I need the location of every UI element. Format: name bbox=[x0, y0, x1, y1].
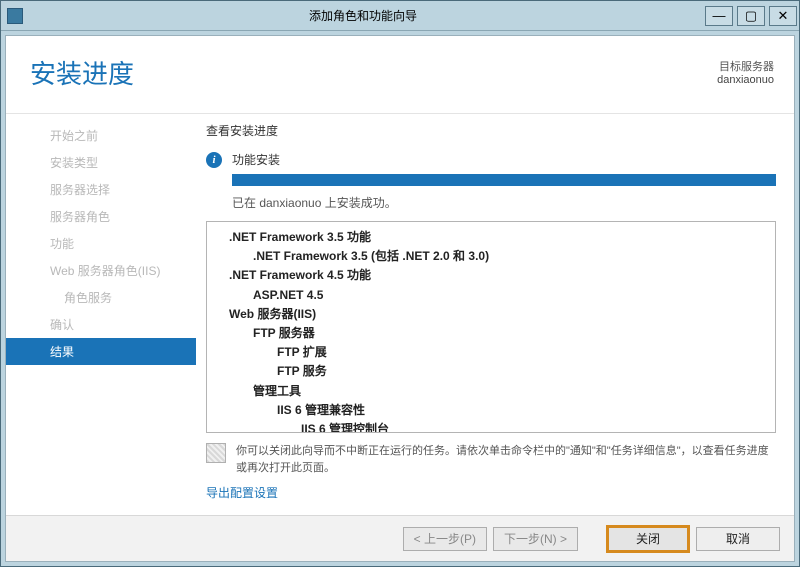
wizard-step: Web 服务器角色(IIS) bbox=[6, 257, 196, 284]
info-icon: i bbox=[206, 152, 222, 168]
window-title: 添加角色和功能向导 bbox=[23, 7, 703, 24]
target-label: 目标服务器 bbox=[717, 58, 774, 74]
wizard-step: 确认 bbox=[6, 311, 196, 338]
header-row: 安装进度 目标服务器 danxiaonuo bbox=[6, 36, 794, 114]
feature-item: IIS 6 管理控制台 bbox=[301, 420, 767, 433]
main-panel: 查看安装进度 i 功能安装 已在 danxiaonuo 上安装成功。 .NET … bbox=[196, 118, 794, 515]
status-label: 功能安装 bbox=[232, 151, 280, 168]
minimize-button[interactable]: — bbox=[705, 6, 733, 26]
feature-item: 管理工具 bbox=[253, 382, 767, 401]
wizard-step: 安装类型 bbox=[6, 149, 196, 176]
hint-text: 你可以关闭此向导而不中断正在运行的任务。请依次单击命令栏中的"通知"和"任务详细… bbox=[236, 443, 776, 476]
wizard-step: 服务器角色 bbox=[6, 203, 196, 230]
app-icon bbox=[7, 8, 23, 24]
page-title: 安装进度 bbox=[30, 54, 134, 91]
hint-row: 你可以关闭此向导而不中断正在运行的任务。请依次单击命令栏中的"通知"和"任务详细… bbox=[206, 443, 776, 476]
next-button: 下一步(N) > bbox=[493, 527, 578, 551]
feature-item: Web 服务器(IIS) bbox=[229, 305, 767, 324]
target-server-info: 目标服务器 danxiaonuo bbox=[717, 58, 774, 86]
feature-item: FTP 服务 bbox=[277, 362, 767, 381]
wizard-steps-sidebar: 开始之前安装类型服务器选择服务器角色功能Web 服务器角色(IIS)角色服务确认… bbox=[6, 118, 196, 515]
feature-item: IIS 6 管理兼容性 bbox=[277, 401, 767, 420]
wizard-step: 结果 bbox=[6, 338, 196, 365]
close-button[interactable]: 关闭 bbox=[606, 525, 690, 553]
titlebar: 添加角色和功能向导 — ▢ ✕ bbox=[1, 1, 799, 31]
install-progress-bar bbox=[232, 174, 776, 186]
status-row: i 功能安装 bbox=[206, 151, 776, 168]
cancel-button[interactable]: 取消 bbox=[696, 527, 780, 551]
previous-button: < 上一步(P) bbox=[403, 527, 487, 551]
success-message: 已在 danxiaonuo 上安装成功。 bbox=[232, 194, 776, 211]
close-window-button[interactable]: ✕ bbox=[769, 6, 797, 26]
export-config-link[interactable]: 导出配置设置 bbox=[206, 484, 776, 501]
feature-item: FTP 扩展 bbox=[277, 343, 767, 362]
hint-icon bbox=[206, 443, 226, 463]
wizard-window: 添加角色和功能向导 — ▢ ✕ 安装进度 目标服务器 danxiaonuo 开始… bbox=[0, 0, 800, 567]
feature-item: ASP.NET 4.5 bbox=[253, 286, 767, 305]
feature-item: .NET Framework 4.5 功能 bbox=[229, 266, 767, 285]
wizard-step: 服务器选择 bbox=[6, 176, 196, 203]
feature-item: .NET Framework 3.5 (包括 .NET 2.0 和 3.0) bbox=[253, 247, 767, 266]
section-label: 查看安装进度 bbox=[206, 122, 776, 139]
feature-item: .NET Framework 3.5 功能 bbox=[229, 228, 767, 247]
target-name: danxiaonuo bbox=[717, 74, 774, 86]
wizard-step: 角色服务 bbox=[6, 284, 196, 311]
maximize-button[interactable]: ▢ bbox=[737, 6, 765, 26]
feature-item: FTP 服务器 bbox=[253, 324, 767, 343]
installed-features-list[interactable]: .NET Framework 3.5 功能.NET Framework 3.5 … bbox=[206, 221, 776, 433]
wizard-step: 开始之前 bbox=[6, 122, 196, 149]
wizard-step: 功能 bbox=[6, 230, 196, 257]
footer-buttons: < 上一步(P) 下一步(N) > 关闭 取消 bbox=[6, 515, 794, 561]
content-area: 安装进度 目标服务器 danxiaonuo 开始之前安装类型服务器选择服务器角色… bbox=[5, 35, 795, 562]
